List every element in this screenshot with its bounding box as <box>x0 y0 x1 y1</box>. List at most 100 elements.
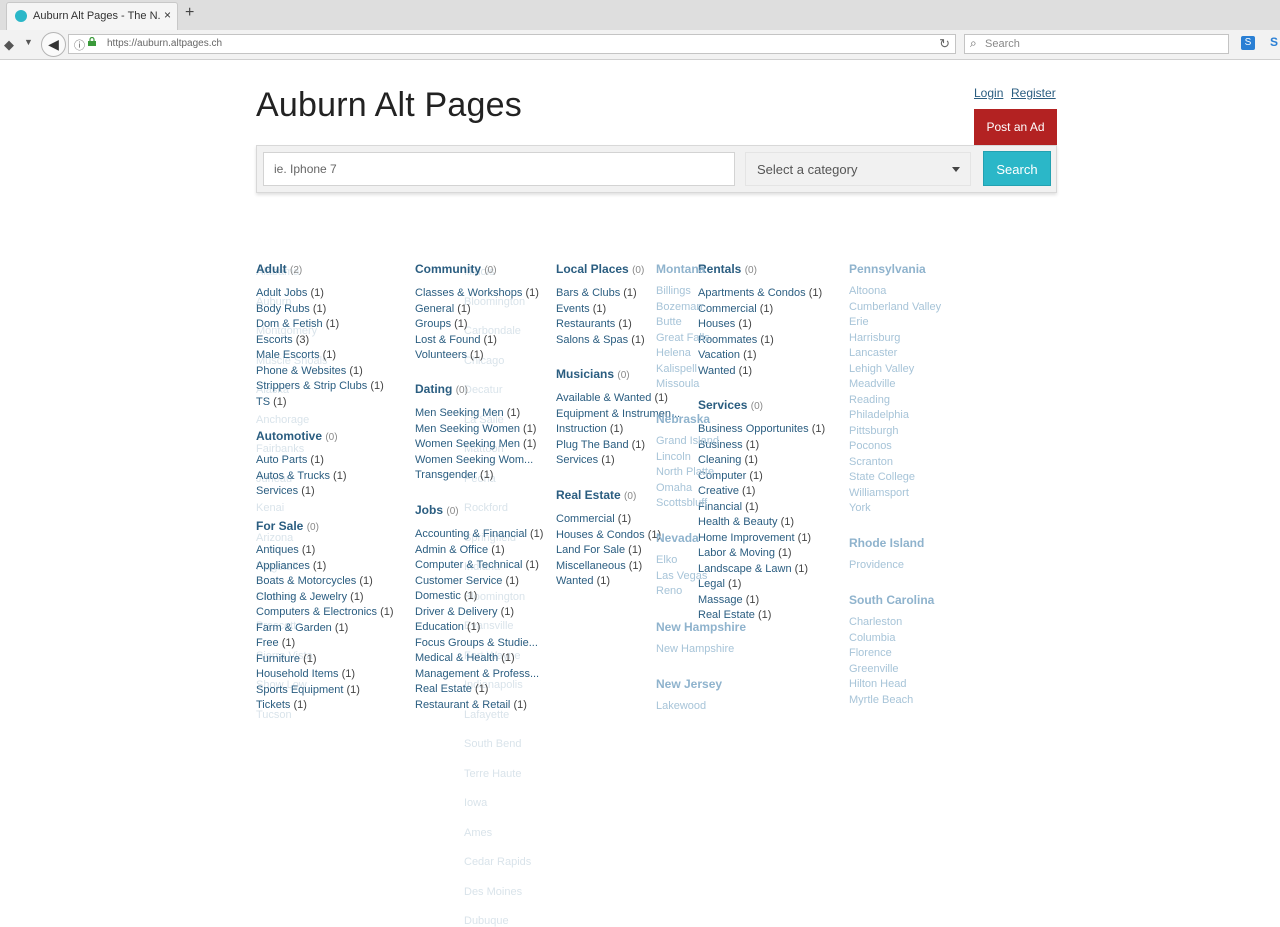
city-link[interactable]: Butte <box>656 316 682 328</box>
subcategory-link[interactable]: Restaurant & Retail (1) <box>415 699 527 711</box>
city-link[interactable]: Philadelphia <box>849 409 909 421</box>
state-heading[interactable]: Montana <box>656 262 705 276</box>
subcategory-link[interactable]: Accounting & Financial (1) <box>415 528 543 540</box>
city-link[interactable]: Lehigh Valley <box>849 363 914 375</box>
subcategory-link[interactable]: Home Improvement (1) <box>698 532 811 544</box>
category-heading[interactable]: Musicians (0) <box>556 367 630 381</box>
city-link[interactable]: Poconos <box>849 440 892 452</box>
category-heading[interactable]: Automotive (0) <box>256 429 338 443</box>
subcategory-link[interactable]: Education (1) <box>415 621 480 633</box>
subcategory-link[interactable]: Boats & Motorcycles (1) <box>256 575 373 587</box>
menu-icon[interactable]: ◆ <box>4 37 14 53</box>
subcategory-link[interactable]: Auto Parts (1) <box>256 454 324 466</box>
category-heading[interactable]: For Sale (0) <box>256 519 319 533</box>
subcategory-link[interactable]: Farm & Garden (1) <box>256 622 348 634</box>
subcategory-link[interactable]: TS (1) <box>256 396 287 408</box>
subcategory-link[interactable]: Customer Service (1) <box>415 575 519 587</box>
subcategory-link[interactable]: Bars & Clubs (1) <box>556 287 637 299</box>
category-heading[interactable]: Local Places (0) <box>556 262 644 276</box>
search-button[interactable]: Search <box>983 151 1051 186</box>
search-input[interactable]: ie. Iphone 7 <box>263 152 735 186</box>
city-link[interactable]: New Hampshire <box>656 643 734 655</box>
subcategory-link[interactable]: Houses (1) <box>698 318 752 330</box>
info-icon[interactable]: ⓘ <box>74 37 85 53</box>
subcategory-link[interactable]: Land For Sale (1) <box>556 544 642 556</box>
city-link[interactable]: Great Falls <box>656 332 710 344</box>
url-bar[interactable]: ⓘ https://auburn.altpages.ch ↻ <box>68 34 956 54</box>
subcategory-link[interactable]: Commercial (1) <box>698 303 773 315</box>
state-heading[interactable]: New Hampshire <box>656 620 746 634</box>
subcategory-link[interactable]: Cleaning (1) <box>698 454 758 466</box>
browser-search-box[interactable]: ⌕ Search <box>964 34 1229 54</box>
subcategory-link[interactable]: Domestic (1) <box>415 590 477 602</box>
subcategory-link[interactable]: Clothing & Jewelry (1) <box>256 591 364 603</box>
register-link[interactable]: Register <box>1011 86 1056 100</box>
city-link[interactable]: York <box>849 502 871 514</box>
state-heading[interactable]: Nebraska <box>656 412 710 426</box>
city-link[interactable]: Charleston <box>849 616 902 628</box>
city-link[interactable]: Cumberland Valley <box>849 301 941 313</box>
city-link[interactable]: Billings <box>656 285 691 297</box>
subcategory-link[interactable]: Body Rubs (1) <box>256 303 326 315</box>
subcategory-link[interactable]: Wanted (1) <box>698 365 752 377</box>
subcategory-link[interactable]: Events (1) <box>556 303 606 315</box>
city-link[interactable]: Erie <box>849 316 869 328</box>
category-select[interactable]: Select a category <box>745 152 971 186</box>
city-link[interactable]: State College <box>849 471 915 483</box>
category-heading[interactable]: Dating (0) <box>415 382 468 396</box>
city-link[interactable]: Florence <box>849 647 892 659</box>
subcategory-link[interactable]: Classes & Workshops (1) <box>415 287 539 299</box>
subcategory-link[interactable]: Women Seeking Wom... <box>415 454 533 466</box>
subcategory-link[interactable]: Services (1) <box>256 485 315 497</box>
category-heading[interactable]: Adult (2) <box>256 262 302 276</box>
subcategory-link[interactable]: Health & Beauty (1) <box>698 516 794 528</box>
extension-label[interactable]: S <box>1270 35 1278 49</box>
reload-icon[interactable]: ↻ <box>939 36 950 52</box>
subcategory-link[interactable]: Services (1) <box>556 454 615 466</box>
category-heading[interactable]: Jobs (0) <box>415 503 459 517</box>
city-link[interactable]: Altoona <box>849 285 886 297</box>
subcategory-link[interactable]: Men Seeking Men (1) <box>415 407 520 419</box>
city-link[interactable]: Harrisburg <box>849 332 900 344</box>
post-ad-button[interactable]: Post an Ad <box>974 109 1057 145</box>
subcategory-link[interactable]: Lost & Found (1) <box>415 334 497 346</box>
state-heading[interactable]: Pennsylvania <box>849 262 926 276</box>
city-link[interactable]: Las Vegas <box>656 570 707 582</box>
city-link[interactable]: Pittsburgh <box>849 425 899 437</box>
city-link[interactable]: Greenville <box>849 663 899 675</box>
city-link[interactable]: Bozeman <box>656 301 702 313</box>
subcategory-link[interactable]: Dom & Fetish (1) <box>256 318 339 330</box>
city-link[interactable]: Providence <box>849 559 904 571</box>
state-heading[interactable]: South Carolina <box>849 593 934 607</box>
city-link[interactable]: North Platte <box>656 466 714 478</box>
city-link[interactable]: Reading <box>849 394 890 406</box>
back-button[interactable]: ◀ <box>41 32 66 57</box>
subcategory-link[interactable]: Free (1) <box>256 637 295 649</box>
subcategory-link[interactable]: Massage (1) <box>698 594 759 606</box>
state-heading[interactable]: Nevada <box>656 531 699 545</box>
subcategory-link[interactable]: Instruction (1) <box>556 423 623 435</box>
subcategory-link[interactable]: Volunteers (1) <box>415 349 484 361</box>
subcategory-link[interactable]: Landscape & Lawn (1) <box>698 563 808 575</box>
subcategory-link[interactable]: Male Escorts (1) <box>256 349 336 361</box>
subcategory-link[interactable]: Commercial (1) <box>556 513 631 525</box>
subcategory-link[interactable]: Miscellaneous (1) <box>556 560 642 572</box>
subcategory-link[interactable]: Business Opportunites (1) <box>698 423 825 435</box>
subcategory-link[interactable]: Admin & Office (1) <box>415 544 505 556</box>
subcategory-link[interactable]: Computers & Electronics (1) <box>256 606 394 618</box>
subcategory-link[interactable]: Computer & Technical (1) <box>415 559 539 571</box>
city-link[interactable]: Kalispell <box>656 363 697 375</box>
subcategory-link[interactable]: Vacation (1) <box>698 349 757 361</box>
subcategory-link[interactable]: Men Seeking Women (1) <box>415 423 536 435</box>
subcategory-link[interactable]: Groups (1) <box>415 318 468 330</box>
city-link[interactable]: Meadville <box>849 378 895 390</box>
city-link[interactable]: Reno <box>656 585 682 597</box>
category-heading[interactable]: Real Estate (0) <box>556 488 636 502</box>
city-link[interactable]: Scottsbluff <box>656 497 707 509</box>
subcategory-link[interactable]: Real Estate (1) <box>415 683 488 695</box>
new-tab-button[interactable]: + <box>185 4 194 22</box>
subcategory-link[interactable]: Tickets (1) <box>256 699 307 711</box>
subcategory-link[interactable]: Women Seeking Men (1) <box>415 438 536 450</box>
browser-tab[interactable]: Auburn Alt Pages - The N... × <box>6 2 178 30</box>
city-link[interactable]: Missoula <box>656 378 699 390</box>
